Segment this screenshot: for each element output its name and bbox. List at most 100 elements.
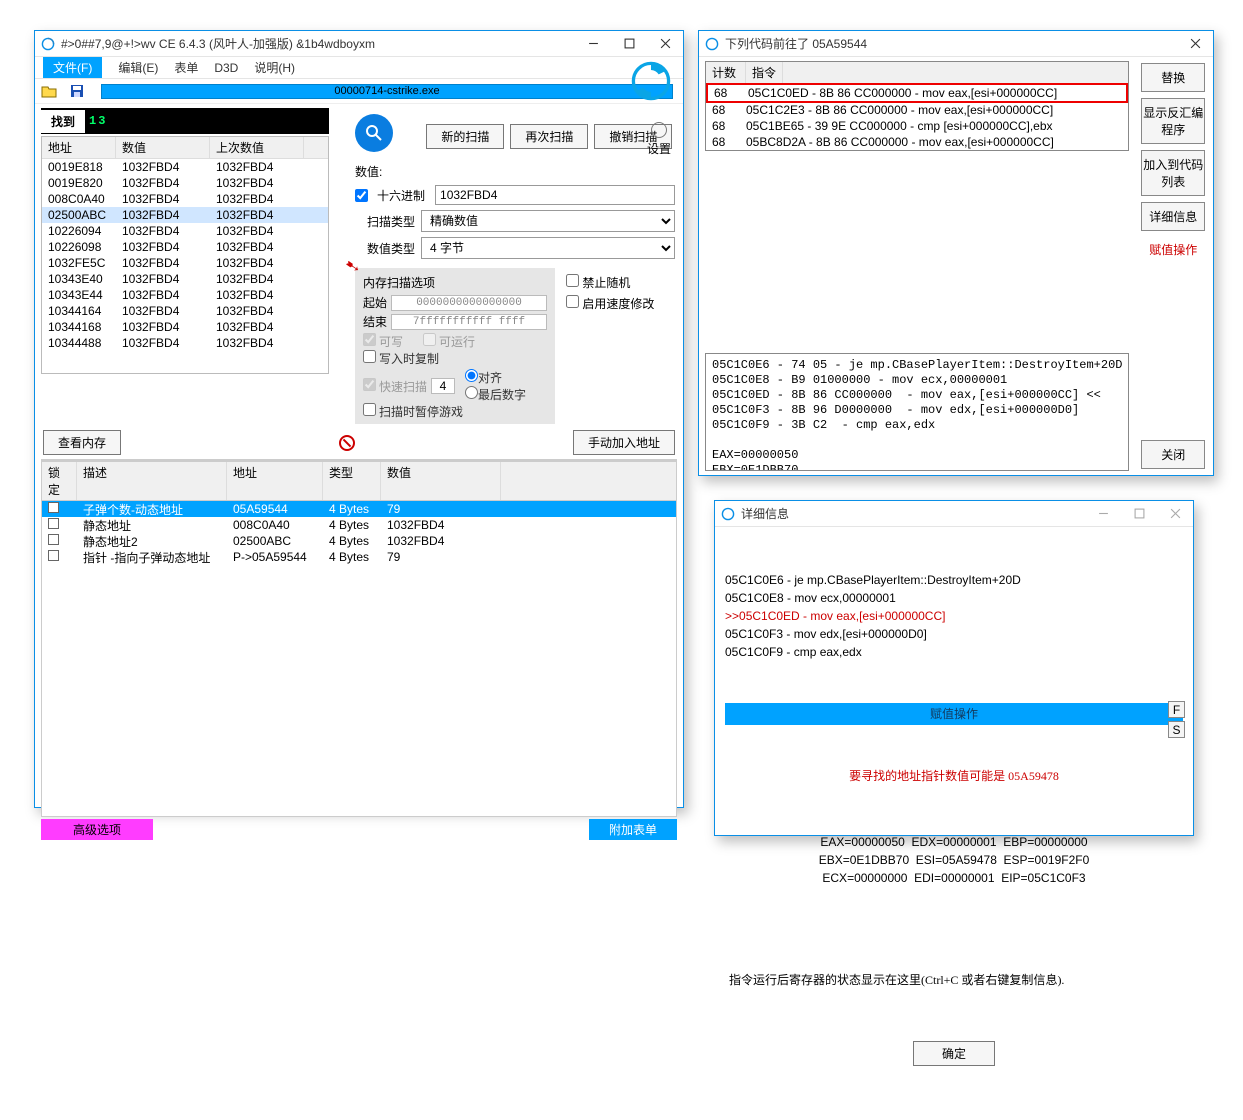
result-row[interactable]: 10343E441032FBD41032FBD4 xyxy=(42,287,328,303)
detail-titlebar[interactable]: 详细信息 xyxy=(715,501,1193,527)
process-bar[interactable]: 00000714-cstrike.exe xyxy=(101,84,673,99)
writable-checkbox[interactable] xyxy=(363,333,376,346)
close-button[interactable] xyxy=(1177,31,1213,56)
result-row[interactable]: 103441641032FBD41032FBD4 xyxy=(42,303,328,319)
detail-disasm: 05C1C0E6 - je mp.CBasePlayerItem::Destro… xyxy=(725,571,1183,661)
menu-table[interactable]: 表单 xyxy=(174,59,198,76)
instruction-row[interactable]: 6805C1BE65 - 39 9E CC000000 - cmp [esi+0… xyxy=(706,118,1128,134)
menu-d3d[interactable]: D3D xyxy=(214,61,238,75)
scan-process-icon[interactable] xyxy=(355,114,393,152)
menu-file[interactable]: 文件(F) xyxy=(43,57,102,78)
fast-checkbox[interactable] xyxy=(363,378,376,391)
new-scan-button[interactable]: 新的扫描 xyxy=(426,124,504,149)
stop-icon[interactable] xyxy=(339,435,355,451)
result-row[interactable]: 103441681032FBD41032FBD4 xyxy=(42,319,328,335)
address-row[interactable]: 子弹个数-动态地址05A595444 Bytes79 xyxy=(42,501,676,517)
result-row[interactable]: 0019E8181032FBD41032FBD4 xyxy=(42,159,328,175)
toolbar: 00000714-cstrike.exe xyxy=(35,79,683,104)
results-table[interactable]: 地址 数值 上次数值 0019E8181032FBD41032FBD40019E… xyxy=(41,136,329,374)
f-button[interactable]: F xyxy=(1168,701,1185,718)
ok-button[interactable]: 确定 xyxy=(913,1041,995,1066)
address-row[interactable]: 指针 -指向子弹动态地址P->05A595444 Bytes79 xyxy=(42,549,676,565)
lock-checkbox[interactable] xyxy=(48,502,59,513)
result-row[interactable]: 102260941032FBD41032FBD4 xyxy=(42,223,328,239)
col-val[interactable]: 数值 xyxy=(116,137,210,158)
instruction-row[interactable]: 6805C1C0ED - 8B 86 CC000000 - mov eax,[e… xyxy=(706,83,1128,103)
add-address-button[interactable]: 手动加入地址 xyxy=(573,430,675,455)
lastdigit-radio[interactable] xyxy=(465,386,478,399)
align-radio[interactable] xyxy=(465,369,478,382)
value-label: 数值: xyxy=(355,163,382,180)
col-val2[interactable]: 数值 xyxy=(381,462,501,500)
norand-checkbox[interactable] xyxy=(566,274,579,287)
show-disasm-button[interactable]: 显示反汇编程序 xyxy=(1141,98,1205,144)
save-icon[interactable] xyxy=(63,80,91,102)
attach-table-button[interactable]: 附加表单 xyxy=(589,819,677,840)
col-prev[interactable]: 上次数值 xyxy=(210,137,304,158)
cow-checkbox[interactable] xyxy=(363,350,376,363)
col-type[interactable]: 类型 xyxy=(323,462,381,500)
view-memory-button[interactable]: 查看内存 xyxy=(43,430,121,455)
close-button[interactable] xyxy=(647,31,683,56)
result-row[interactable]: 103444881032FBD41032FBD4 xyxy=(42,335,328,351)
value-input[interactable] xyxy=(435,185,675,205)
menu-help[interactable]: 说明(H) xyxy=(254,59,295,76)
lock-checkbox[interactable] xyxy=(48,534,59,545)
instruction-row[interactable]: 6805BC8D2A - 8B 86 CC000000 - mov eax,[e… xyxy=(706,134,1128,150)
instruction-row[interactable]: 6805C1C2E3 - 8B 86 CC000000 - mov eax,[e… xyxy=(706,102,1128,118)
result-row[interactable]: 02500ABC1032FBD41032FBD4 xyxy=(42,207,328,223)
address-row[interactable]: 静态地址202500ABC4 Bytes1032FBD4 xyxy=(42,533,676,549)
result-row[interactable]: 1032FE5C1032FBD41032FBD4 xyxy=(42,255,328,271)
result-row[interactable]: 008C0A401032FBD41032FBD4 xyxy=(42,191,328,207)
main-window[interactable]: #>0##7,9@+!>wv CE 6.4.3 (风叶人-加强版) &1b4wd… xyxy=(34,30,684,808)
settings-button[interactable]: 设置 xyxy=(647,122,671,157)
maximize-button[interactable] xyxy=(611,31,647,56)
speed-checkbox[interactable] xyxy=(566,295,579,308)
scantype-select[interactable]: 精确数值 xyxy=(421,210,675,232)
start-input[interactable] xyxy=(391,295,547,311)
open-icon[interactable] xyxy=(35,80,63,102)
replace-button[interactable]: 替换 xyxy=(1141,63,1205,92)
valtype-select[interactable]: 4 字节 xyxy=(421,237,675,259)
menubar[interactable]: 文件(F) 编辑(E) 表单 D3D 说明(H) xyxy=(35,57,683,79)
minimize-button[interactable] xyxy=(575,31,611,56)
fast-input[interactable] xyxy=(431,378,455,394)
col-lock[interactable]: 锁定 xyxy=(42,462,77,500)
maximize-button[interactable] xyxy=(1121,501,1157,526)
exec-checkbox[interactable] xyxy=(423,333,436,346)
col-addr2[interactable]: 地址 xyxy=(227,462,323,500)
hex-checkbox[interactable] xyxy=(355,189,368,202)
result-row[interactable]: 0019E8201032FBD41032FBD4 xyxy=(42,175,328,191)
minimize-button[interactable] xyxy=(1085,501,1121,526)
address-table[interactable]: 锁定 描述 地址 类型 数值 子弹个数-动态地址05A595444 Bytes7… xyxy=(41,461,677,817)
menu-edit[interactable]: 编辑(E) xyxy=(118,59,158,76)
col-desc[interactable]: 描述 xyxy=(77,462,227,500)
col-instruction[interactable]: 指令 xyxy=(746,62,783,83)
hex-label: 十六进制 xyxy=(377,187,425,204)
result-row[interactable]: 102260981032FBD41032FBD4 xyxy=(42,239,328,255)
end-input[interactable] xyxy=(391,314,547,330)
col-count[interactable]: 计数 xyxy=(706,62,746,83)
lock-checkbox[interactable] xyxy=(48,550,59,561)
address-row[interactable]: 静态地址008C0A404 Bytes1032FBD4 xyxy=(42,517,676,533)
lock-checkbox[interactable] xyxy=(48,518,59,529)
next-scan-button[interactable]: 再次扫描 xyxy=(510,124,588,149)
finder-titlebar[interactable]: 下列代码前往了 05A59544 xyxy=(699,31,1213,57)
valtype-label: 数值类型 xyxy=(355,240,415,257)
s-button[interactable]: S xyxy=(1168,721,1185,738)
finder-window[interactable]: 下列代码前往了 05A59544 计数 指令 6805C1C0ED - 8B 8… xyxy=(698,30,1214,476)
start-label: 起始 xyxy=(363,294,391,311)
instruction-list[interactable]: 6805C1C0ED - 8B 86 CC000000 - mov eax,[e… xyxy=(706,83,1128,150)
disasm-view[interactable]: 05C1C0E6 - 74 05 - je mp.CBasePlayerItem… xyxy=(705,353,1129,471)
main-titlebar[interactable]: #>0##7,9@+!>wv CE 6.4.3 (风叶人-加强版) &1b4wd… xyxy=(35,31,683,57)
col-addr[interactable]: 地址 xyxy=(42,137,116,158)
add-to-codelist-button[interactable]: 加入到代码列表 xyxy=(1141,150,1205,196)
pause-checkbox[interactable] xyxy=(363,403,376,416)
result-row[interactable]: 10343E401032FBD41032FBD4 xyxy=(42,271,328,287)
close-button[interactable] xyxy=(1157,501,1193,526)
assign-banner: 赋值操作 xyxy=(725,703,1183,725)
advanced-options-button[interactable]: 高级选项 xyxy=(41,819,153,840)
detail-window[interactable]: 详细信息 05C1C0E6 - je mp.CBasePlayerItem::D… xyxy=(714,500,1194,836)
detail-button[interactable]: 详细信息 xyxy=(1141,202,1205,231)
close-finder-button[interactable]: 关闭 xyxy=(1141,440,1205,469)
